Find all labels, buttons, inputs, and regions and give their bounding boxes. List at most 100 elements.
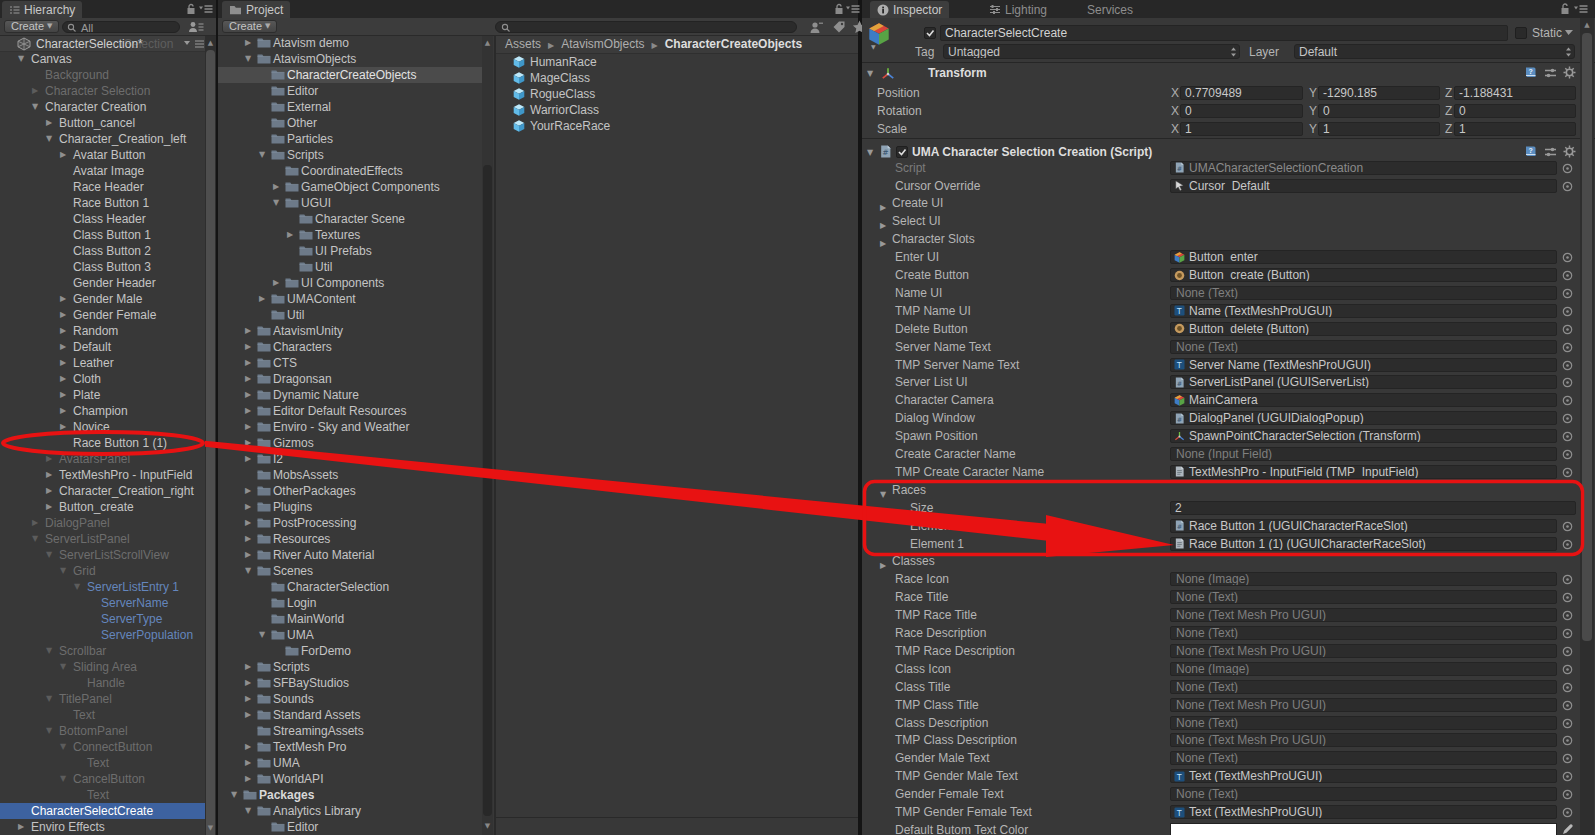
project-item-ui-components[interactable]: ▶UI Components: [218, 275, 482, 291]
foldout-closed-icon[interactable]: ▶: [60, 307, 66, 323]
foldout-closed-icon[interactable]: ▶: [245, 371, 251, 387]
project-item-textures[interactable]: ▶Textures: [218, 227, 482, 243]
foldout-closed-icon[interactable]: ▶: [46, 451, 52, 467]
object-field-tmp-gender-female-text[interactable]: TText (TextMeshProUGUI): [1170, 805, 1557, 819]
foldout-open-icon[interactable]: ▼: [46, 643, 52, 659]
hierarchy-item-background[interactable]: Background: [0, 67, 205, 83]
hierarchy-item-handle[interactable]: Handle: [0, 675, 205, 691]
project-item-atavismunity[interactable]: ▶AtavismUnity: [218, 323, 482, 339]
project-item-textmesh-pro[interactable]: ▶TextMesh Pro: [218, 739, 482, 755]
object-picker-icon[interactable]: [1562, 467, 1573, 478]
eyedropper-icon[interactable]: [1562, 823, 1574, 835]
scroll-up-icon[interactable]: ▲: [482, 37, 493, 49]
project-item-scripts[interactable]: ▼Scripts: [218, 147, 482, 163]
foldout-closed-icon[interactable]: ▶: [245, 755, 251, 771]
hierarchy-item-avatar-button[interactable]: ▶Avatar Button: [0, 147, 205, 163]
object-field-gender-female-text[interactable]: None (Text): [1170, 787, 1557, 801]
preset-icon[interactable]: [1544, 67, 1557, 79]
scroll-up-icon[interactable]: ▲: [205, 37, 216, 49]
foldout-closed-icon[interactable]: ▶: [32, 515, 38, 531]
foldout-closed-icon[interactable]: ▶: [245, 355, 251, 371]
asset-item-mageclass[interactable]: MageClass: [496, 70, 858, 86]
scroll-up-icon[interactable]: ▲: [1580, 19, 1594, 31]
object-picker-icon[interactable]: [1562, 395, 1573, 406]
foldout-closed-icon[interactable]: ▶: [60, 355, 66, 371]
foldout-closed-icon[interactable]: ▶: [245, 499, 251, 515]
foldout-closed-icon[interactable]: ▶: [60, 339, 66, 355]
field-label[interactable]: Create UI: [892, 194, 943, 212]
foldout-open-icon[interactable]: ▼: [74, 579, 80, 595]
object-field-create-button[interactable]: Button_create (Button): [1170, 268, 1557, 282]
foldout-closed-icon[interactable]: ▶: [245, 419, 251, 435]
object-picker-icon[interactable]: [1562, 360, 1573, 371]
object-field-tmp-class-title[interactable]: None (Text Mesh Pro UGUI): [1170, 698, 1557, 712]
foldout-closed-icon[interactable]: ▶: [273, 275, 279, 291]
project-item-gameobject-components[interactable]: ▶GameObject Components: [218, 179, 482, 195]
foldout-closed-icon[interactable]: ▶: [245, 659, 251, 675]
hierarchy-item-enviro-effects[interactable]: ▶Enviro Effects: [0, 819, 205, 835]
foldout-open-icon[interactable]: ▼: [60, 563, 66, 579]
foldout-open-icon[interactable]: ▼: [867, 69, 873, 78]
component-enabled-checkbox[interactable]: [896, 146, 908, 158]
project-item-ui-prefabs[interactable]: UI Prefabs: [218, 243, 482, 259]
hierarchy-item-random[interactable]: ▶Random: [0, 323, 205, 339]
foldout-open-icon[interactable]: ▼: [245, 563, 251, 579]
x-field[interactable]: 0.7709489: [1180, 86, 1303, 100]
foldout-open-icon[interactable]: ▼: [46, 691, 52, 707]
object-picker-icon[interactable]: [1562, 700, 1573, 711]
project-item-plugins[interactable]: ▶Plugins: [218, 499, 482, 515]
hierarchy-item-race-button-1[interactable]: Race Button 1: [0, 195, 205, 211]
hierarchy-item-sliding-area[interactable]: ▼Sliding Area: [0, 659, 205, 675]
scene-header-row[interactable]: CharacterSelection* rSelection: [0, 36, 205, 52]
gameobject-icon[interactable]: [868, 23, 890, 45]
y-field[interactable]: -1290.185: [1318, 86, 1440, 100]
foldout-open-icon[interactable]: ▼: [60, 659, 66, 675]
object-picker-icon[interactable]: [1562, 431, 1573, 442]
object-field-delete-button[interactable]: Button_delete (Button): [1170, 322, 1557, 336]
object-picker-icon[interactable]: [1562, 324, 1573, 335]
project-item-ugui[interactable]: ▼UGUI: [218, 195, 482, 211]
object-picker-icon[interactable]: [1562, 628, 1573, 639]
project-search-input[interactable]: [495, 21, 797, 33]
project-item-mainworld[interactable]: MainWorld: [218, 611, 482, 627]
project-item-editor[interactable]: Editor: [218, 819, 482, 835]
field-label[interactable]: Select UI: [892, 212, 941, 230]
object-field-character-camera[interactable]: MainCamera: [1170, 393, 1557, 407]
project-item-atavism-demo[interactable]: ▶Atavism demo: [218, 35, 482, 51]
hierarchy-item-servername[interactable]: ServerName: [0, 595, 205, 611]
hierarchy-item-character-creation-right[interactable]: ▶Character_Creation_right: [0, 483, 205, 499]
x-field[interactable]: 1: [1180, 122, 1303, 136]
object-field-spawn-position[interactable]: SpawnPointCharacterSelection (Transform): [1170, 429, 1557, 443]
hierarchy-item-button-cancel[interactable]: ▶Button_cancel: [0, 115, 205, 131]
project-item-uma[interactable]: ▼UMA: [218, 627, 482, 643]
z-field[interactable]: -1.188431: [1454, 86, 1576, 100]
foldout-closed-icon[interactable]: ▶: [245, 323, 251, 339]
foldout-closed-icon[interactable]: ▶: [245, 387, 251, 403]
hierarchy-create-button[interactable]: Create▼: [4, 20, 59, 33]
hierarchy-item-champion[interactable]: ▶Champion: [0, 403, 205, 419]
breadcrumb-item[interactable]: AtavismObjects: [561, 37, 644, 51]
object-picker-icon[interactable]: [1562, 163, 1573, 174]
hierarchy-item-serverlistpanel[interactable]: ▼ServerListPanel: [0, 531, 205, 547]
foldout-closed-icon[interactable]: ▶: [245, 707, 251, 723]
project-item-characterselection[interactable]: CharacterSelection: [218, 579, 482, 595]
project-item-coordinatedeffects[interactable]: CoordinatedEffects: [218, 163, 482, 179]
object-field-name-ui[interactable]: None (Text): [1170, 286, 1557, 300]
hierarchy-item-avatar-image[interactable]: Avatar Image: [0, 163, 205, 179]
hierarchy-item-scrollbar[interactable]: ▼Scrollbar: [0, 643, 205, 659]
object-picker-icon[interactable]: [1562, 789, 1573, 800]
hierarchy-item-grid[interactable]: ▼Grid: [0, 563, 205, 579]
preset-icon[interactable]: [1544, 146, 1557, 158]
project-item-sfbaystudios[interactable]: ▶SFBayStudios: [218, 675, 482, 691]
object-picker-icon[interactable]: [1562, 664, 1573, 675]
object-picker-icon[interactable]: [1562, 753, 1573, 764]
project-item-editor[interactable]: Editor: [218, 83, 482, 99]
foldout-open-icon[interactable]: ▼: [867, 148, 873, 157]
hierarchy-item-class-header[interactable]: Class Header: [0, 211, 205, 227]
foldout-closed-icon[interactable]: ▶: [60, 403, 66, 419]
foldout-open-icon[interactable]: ▼: [46, 723, 52, 739]
object-field-tmp-gender-male-text[interactable]: TText (TextMeshProUGUI): [1170, 769, 1557, 783]
object-picker-icon[interactable]: [1562, 592, 1573, 603]
hierarchy-search-input[interactable]: All: [62, 21, 180, 33]
hierarchy-item-cancelbutton[interactable]: ▼CancelButton: [0, 771, 205, 787]
